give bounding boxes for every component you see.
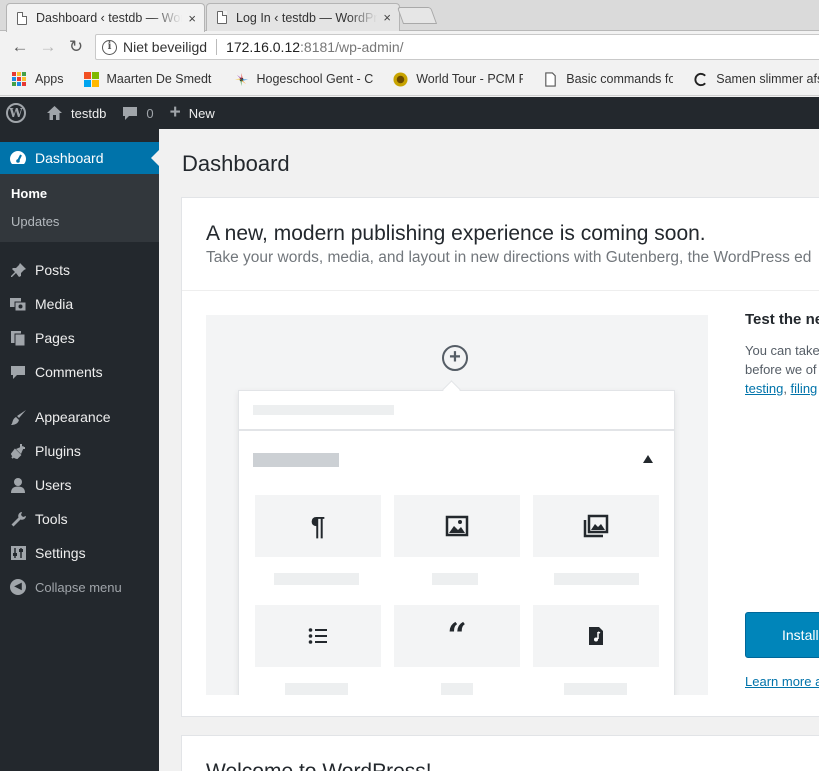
bookmark-samen[interactable]: Samen slimmer afslan <box>681 72 819 87</box>
welcome-title: Welcome to WordPress! <box>206 760 432 771</box>
circle-logo-icon <box>694 72 707 86</box>
dashboard-gauge-icon <box>9 149 27 167</box>
sidebar-item-settings[interactable]: Settings <box>0 536 159 570</box>
bookmark-pcm[interactable]: World Tour - PCM Fra <box>381 71 531 87</box>
apps-grid-icon <box>12 71 27 87</box>
gallery-icon <box>533 495 659 557</box>
gutenberg-side-text: Test the ne You can take before we of te… <box>745 311 819 398</box>
testing-link[interactable]: testing <box>745 381 783 396</box>
comment-bubble-icon <box>9 363 27 381</box>
url-host: 172.16.0.12 <box>226 39 301 55</box>
plus-icon: + <box>169 102 181 123</box>
filing-link[interactable]: filing <box>791 381 818 396</box>
home-icon <box>47 106 62 120</box>
hogent-logo-icon <box>234 72 248 86</box>
caret-up-icon <box>643 455 653 463</box>
browser-tab-dashboard[interactable]: Dashboard ‹ testdb — WordPress × <box>6 3 205 32</box>
gutenberg-title: A new, modern publishing experience is c… <box>206 222 706 245</box>
sidebar-item-comments[interactable]: Comments <box>0 355 159 389</box>
pcm-logo-icon <box>393 71 408 87</box>
security-label: Niet beveiligd <box>123 39 208 55</box>
collapse-arrow-icon: ◀ <box>10 579 26 595</box>
sidebar-item-plugins[interactable]: Plugins <box>0 434 159 468</box>
install-gutenberg-button[interactable]: Install <box>745 612 819 658</box>
document-icon <box>17 11 27 25</box>
block-inserter-illustration: + ¶ “ <box>206 315 708 695</box>
pages-icon <box>9 329 27 347</box>
bookmark-maarten[interactable]: Maarten De Smedt - C <box>72 71 222 87</box>
comment-bubble-icon <box>123 106 138 120</box>
comments-link[interactable]: 0 <box>114 97 161 129</box>
site-name: testdb <box>71 105 107 121</box>
address-bar[interactable]: i Niet beveiligd 172.16.0.12:8181/wp-adm… <box>95 34 819 60</box>
bookmarks-bar: Apps Maarten De Smedt - C Hogeschool Gen… <box>0 63 819 96</box>
sidebar-item-posts[interactable]: Posts <box>0 253 159 287</box>
wp-logo-button[interactable]: W <box>0 97 38 129</box>
inserter-popover: ¶ “ <box>238 390 675 695</box>
plug-icon <box>9 442 27 460</box>
wp-admin-bar: W testdb 0 + New <box>0 97 819 129</box>
add-block-plus-icon: + <box>442 345 468 371</box>
comments-count: 0 <box>146 105 154 121</box>
bookmark-basic-commands[interactable]: Basic commands for E <box>531 71 681 87</box>
divider <box>182 290 819 291</box>
image-icon <box>394 495 520 557</box>
sidebar-item-appearance[interactable]: Appearance <box>0 400 159 434</box>
pushpin-icon <box>9 261 27 279</box>
list-icon <box>255 605 381 667</box>
gutenberg-subtitle: Take your words, media, and layout in ne… <box>206 249 812 266</box>
new-tab-button[interactable] <box>396 7 438 24</box>
bookmark-apps[interactable]: Apps <box>0 71 72 87</box>
new-content-link[interactable]: + New <box>162 97 223 129</box>
sidebar-item-media[interactable]: Media <box>0 287 159 321</box>
placeholder-bar <box>253 453 339 467</box>
media-camera-icon <box>9 295 27 313</box>
close-icon[interactable]: × <box>383 10 391 25</box>
tab-title: Log In ‹ testdb — WordPress <box>236 10 378 25</box>
microsoft-logo-icon <box>83 71 99 87</box>
info-icon[interactable]: i <box>102 39 117 55</box>
quote-icon: “ <box>394 605 520 667</box>
collapse-menu-button[interactable]: ◀ Collapse menu <box>0 570 159 604</box>
sidebar-item-tools[interactable]: Tools <box>0 502 159 536</box>
welcome-panel: Welcome to WordPress! <box>181 735 819 771</box>
paintbrush-icon <box>9 408 27 426</box>
sidebar-item-users[interactable]: Users <box>0 468 159 502</box>
wrench-icon <box>9 510 27 528</box>
back-arrow-icon[interactable]: ← <box>6 37 34 57</box>
browser-tab-login[interactable]: Log In ‹ testdb — WordPress × <box>206 3 400 31</box>
learn-more-link[interactable]: Learn more a <box>745 674 819 689</box>
sidebar-item-label: Dashboard <box>35 150 104 166</box>
sidebar-item-pages[interactable]: Pages <box>0 321 159 355</box>
submenu-item-updates[interactable]: Updates <box>0 208 159 236</box>
wordpress-logo-icon: W <box>6 103 26 123</box>
separator <box>216 39 218 55</box>
user-icon <box>9 476 27 494</box>
page-title: Dashboard <box>182 151 290 176</box>
reload-icon[interactable]: ↻ <box>62 37 90 57</box>
document-icon <box>217 11 227 24</box>
browser-toolbar: ← → ↻ i Niet beveiligd 172.16.0.12:8181/… <box>0 31 819 63</box>
admin-sidebar: Dashboard Home Updates Posts Media Pages… <box>0 129 159 771</box>
sidebar-item-dashboard[interactable]: Dashboard <box>0 142 159 174</box>
url-path: :8181/wp-admin/ <box>300 39 404 55</box>
submenu-item-home[interactable]: Home <box>0 180 159 208</box>
document-icon <box>545 71 556 87</box>
bookmark-hogent[interactable]: Hogeschool Gent - C <box>222 72 382 87</box>
forward-arrow-icon[interactable]: → <box>34 37 62 57</box>
dashboard-submenu: Home Updates <box>0 174 159 242</box>
tab-title: Dashboard ‹ testdb — WordPress <box>36 11 182 25</box>
gutenberg-callout-panel: A new, modern publishing experience is c… <box>181 197 819 717</box>
placeholder-bar <box>253 405 394 415</box>
side-title: Test the ne <box>745 311 819 328</box>
settings-sliders-icon <box>9 544 27 562</box>
site-name-link[interactable]: testdb <box>38 97 114 129</box>
audio-icon <box>533 605 659 667</box>
browser-tab-strip: Dashboard ‹ testdb — WordPress × Log In … <box>0 0 819 32</box>
paragraph-icon: ¶ <box>255 495 381 557</box>
new-label: New <box>188 105 215 121</box>
close-icon[interactable]: × <box>188 11 196 26</box>
